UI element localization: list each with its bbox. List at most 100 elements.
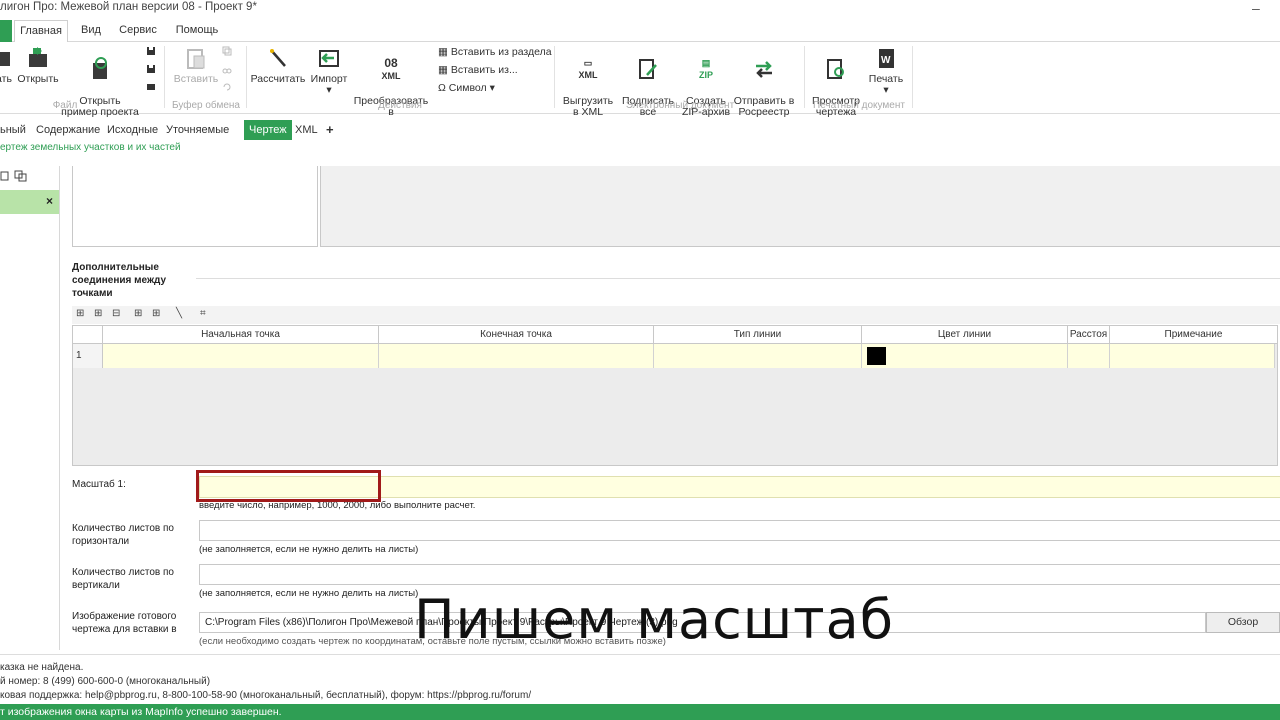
breadcrumb: ертеж земельных участков и их частей — [0, 142, 181, 153]
svg-text:W: W — [881, 55, 891, 66]
copy-node-icon[interactable] — [14, 170, 28, 182]
group-label-file: Файл — [52, 100, 78, 111]
overlay-caption: Пишем масштаб — [414, 588, 895, 651]
move-down-icon[interactable]: ⊞ — [152, 308, 160, 319]
zip-icon: ▤ ZIP — [698, 58, 713, 80]
group-label-actions: Действия — [378, 100, 422, 111]
note-cell[interactable] — [1110, 344, 1275, 368]
cut-icon[interactable] — [222, 64, 232, 74]
xml-export-icon: ▭ XML — [578, 58, 598, 80]
preview-icon — [827, 59, 844, 79]
add-node-icon[interactable] — [0, 170, 10, 182]
move-up-icon[interactable]: ⊞ — [134, 308, 142, 319]
browse-button[interactable]: Обзор — [1206, 612, 1280, 633]
group-label-print: Печатный документ — [813, 100, 905, 111]
column-header[interactable]: Цвет линии — [862, 326, 1068, 344]
print-button[interactable]: W Печать ▾ — [864, 46, 908, 96]
divider — [196, 278, 1280, 279]
column-header[interactable]: Конечная точка — [379, 326, 654, 344]
status-line: й номер: 8 (499) 600-600-0 (многоканальн… — [0, 676, 211, 687]
group-separator — [804, 46, 805, 108]
create-button[interactable]: ать — [0, 46, 14, 85]
end-point-cell[interactable] — [379, 344, 654, 368]
horizontal-sheets-hint: (не заполняется, если не нужно делить на… — [199, 544, 419, 555]
group-separator — [164, 46, 165, 108]
tab-service[interactable]: Сервис — [114, 20, 162, 42]
drawing-image-label: Изображение готового чертежа для вставки… — [72, 611, 177, 635]
calculate-button[interactable]: Рассчитать — [250, 46, 306, 85]
scale-field-highlight — [196, 470, 381, 502]
horizontal-sheets-input[interactable] — [199, 520, 1280, 541]
drawing-preview-box — [72, 166, 318, 247]
export-xml-button[interactable]: ▭ XML Выгрузить в XML — [560, 46, 616, 118]
exchange-arrows-icon — [756, 61, 772, 78]
file-menu-button[interactable] — [0, 20, 12, 42]
column-header[interactable]: Расстоя — [1068, 326, 1110, 344]
paste-icon — [187, 49, 205, 69]
vertical-sheets-input[interactable] — [199, 564, 1280, 585]
menu-bar: Главная Вид Сервис Помощь — [0, 20, 1280, 43]
minimize-button[interactable]: – — [1252, 0, 1268, 18]
new-file-icon — [0, 52, 10, 66]
tab-main[interactable]: Главная — [14, 20, 68, 43]
xml-08-icon: 08 XML — [381, 56, 401, 81]
save-as-icon[interactable] — [146, 64, 156, 74]
vertical-sheets-hint: (не заполняется, если не нужно делить на… — [199, 588, 419, 599]
insert-from-button[interactable]: ▦ Вставить из... — [438, 64, 518, 76]
tab-drawing[interactable]: Чертеж — [244, 120, 292, 140]
line-color-cell[interactable] — [862, 344, 1068, 368]
section-tabs: ьный Содержание Исходные Уточняемые Черт… — [0, 120, 1280, 140]
delete-row-icon[interactable]: ⊟ — [112, 308, 120, 319]
left-panel: × — [0, 166, 60, 650]
copy-icon[interactable] — [222, 46, 232, 56]
group-label-edoc: Электронный документ — [625, 100, 735, 111]
paste-button[interactable]: Вставить — [172, 46, 220, 85]
start-point-cell[interactable] — [103, 344, 379, 368]
ribbon: ать Открыть Открыть пример проекта Файл … — [0, 42, 1280, 118]
close-project-icon[interactable] — [146, 82, 156, 92]
append-row-icon[interactable]: ⊞ — [94, 308, 102, 319]
insert-row-icon[interactable]: ⊞ — [76, 308, 84, 319]
status-line: казка не найдена. — [0, 662, 84, 673]
pick-on-map-icon[interactable]: ╲ — [176, 308, 182, 319]
status-bar: т изображения окна карты из MapInfo успе… — [0, 704, 1280, 720]
magic-wand-icon — [270, 49, 286, 67]
grid-toolbar: ⊞ ⊞ ⊟ ⊞ ⊞ ╲ ⌗ — [72, 306, 1280, 324]
tab-source[interactable]: Исходные — [107, 120, 158, 140]
drawing-canvas-area — [320, 166, 1280, 247]
additional-connections-label: Дополнительные соединения между точками — [72, 262, 167, 299]
line-type-cell[interactable] — [654, 344, 862, 368]
tab-xml[interactable]: XML — [295, 120, 318, 140]
tab-general[interactable]: ьный — [0, 120, 26, 140]
group-separator — [912, 46, 913, 108]
row-header-corner — [73, 326, 103, 344]
symbol-button[interactable]: Ω Символ ▾ — [438, 82, 495, 94]
save-icon[interactable] — [146, 46, 156, 56]
import-button[interactable]: Импорт ▾ — [308, 46, 350, 96]
column-header[interactable]: Начальная точка — [103, 326, 379, 344]
undo-icon[interactable] — [222, 82, 232, 92]
open-button[interactable]: Открыть — [16, 46, 60, 85]
left-panel-selected-item[interactable]: × — [0, 190, 59, 214]
tab-help[interactable]: Помощь — [170, 20, 224, 42]
group-separator — [246, 46, 247, 108]
distance-cell[interactable] — [1068, 344, 1110, 368]
tab-view[interactable]: Вид — [74, 20, 108, 42]
add-tab-button[interactable]: + — [326, 120, 334, 140]
scale-label: Масштаб 1: — [72, 479, 126, 490]
connections-grid: Начальная точка Конечная точка Тип линии… — [72, 325, 1278, 466]
column-header[interactable]: Тип линии — [654, 326, 862, 344]
tab-refined[interactable]: Уточняемые — [166, 120, 229, 140]
word-icon: W — [879, 49, 894, 68]
tab-contents[interactable]: Содержание — [36, 120, 100, 140]
status-log: казка не найдена. й номер: 8 (499) 600-6… — [0, 654, 1280, 700]
column-header[interactable]: Примечание — [1110, 326, 1277, 344]
window-title: лигон Про: Межевой план версии 08 - Прое… — [0, 1, 257, 13]
group-label-clipboard: Буфер обмена — [172, 100, 240, 111]
insert-from-section-button[interactable]: ▦ Вставить из раздела — [438, 46, 552, 58]
title-bar: лигон Про: Межевой план версии 08 - Прое… — [0, 0, 1280, 20]
close-icon[interactable]: × — [46, 194, 53, 208]
select-area-icon[interactable]: ⌗ — [200, 308, 206, 319]
color-swatch[interactable] — [867, 347, 886, 365]
sample-project-icon — [93, 57, 107, 79]
